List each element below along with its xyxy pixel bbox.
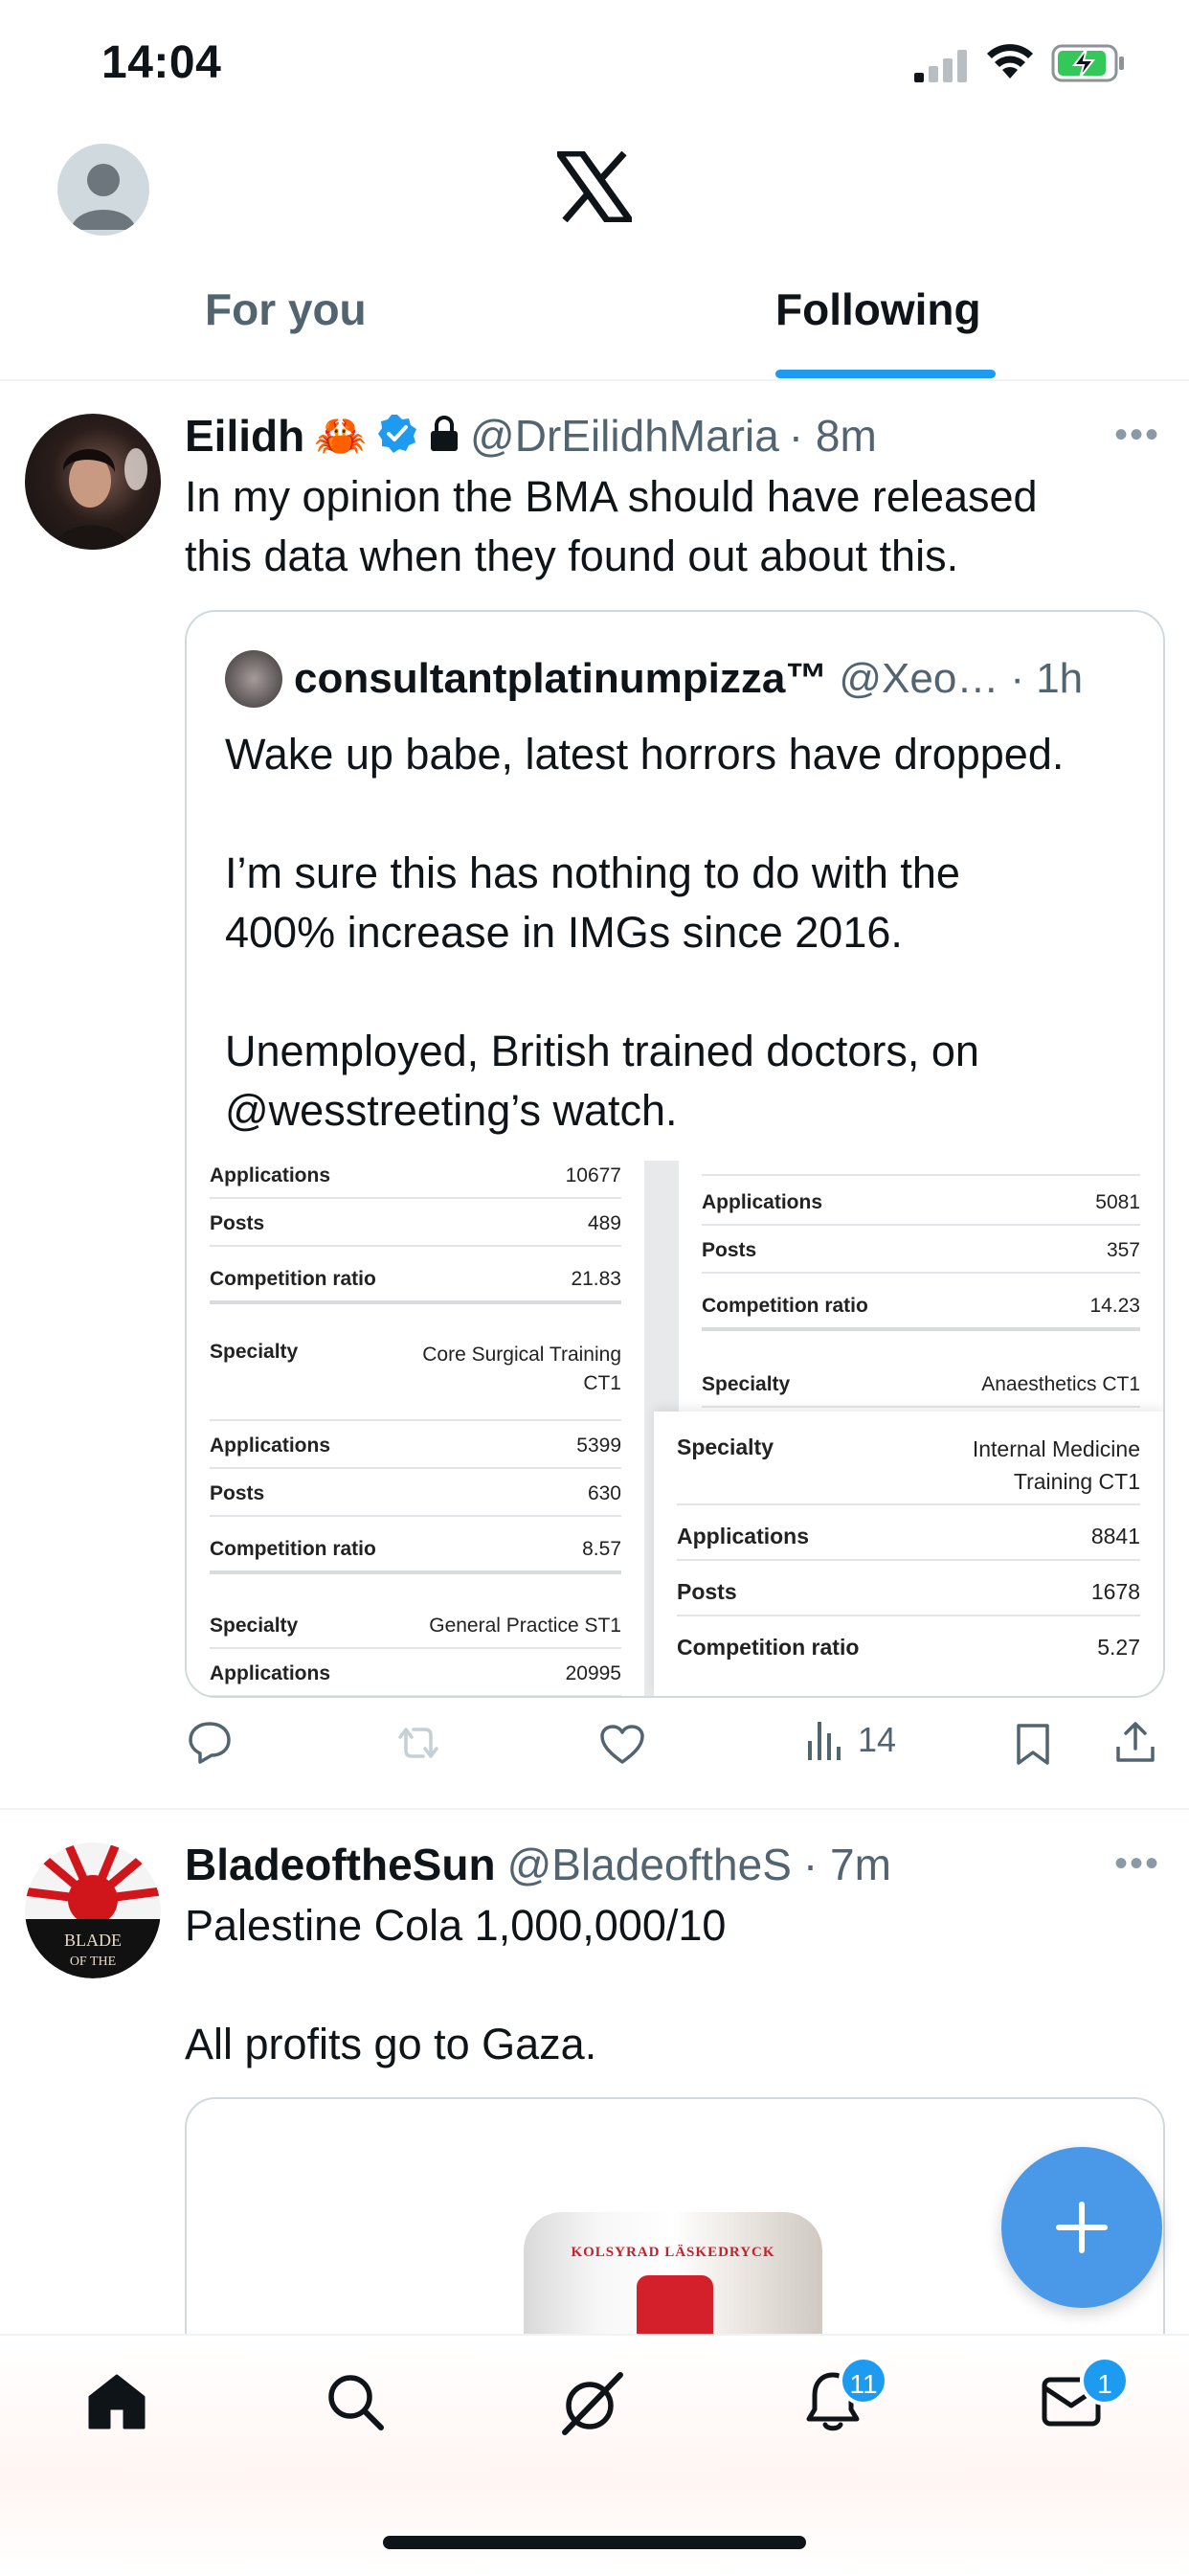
media-image-right-top[interactable]: Applications 5081 Posts 357 Competition ra… [679, 1161, 1163, 1412]
views-button[interactable]: 14 [806, 1720, 896, 1760]
svg-text:BLADE: BLADE [64, 1931, 122, 1950]
media-image-right-bottom[interactable]: Specialty Internal Medicine Training CT1 … [654, 1412, 1163, 1696]
tab-following[interactable]: Following [775, 283, 981, 335]
bookmark-button[interactable] [1015, 1722, 1051, 1766]
wifi-icon [986, 44, 1034, 85]
tweet-author-handle[interactable]: @DrEilidhMaria [470, 410, 779, 462]
svg-text:OF THE: OF THE [70, 1955, 116, 1969]
tweet-author-name[interactable]: Eilidh [185, 410, 304, 462]
analytics-icon [806, 1720, 844, 1760]
nav-grok[interactable] [557, 2369, 626, 2443]
notifications-badge: 11 [839, 2356, 888, 2406]
cellular-signal-icon [914, 50, 970, 87]
nav-search[interactable] [325, 2372, 385, 2436]
grok-icon [562, 2372, 623, 2435]
share-button[interactable] [1114, 1720, 1156, 1764]
nav-home[interactable] [86, 2370, 147, 2436]
battery-charging-icon [1051, 44, 1128, 87]
tweet-header: Eilidh 🦀 @DrEilidhMaria · 8m [185, 406, 877, 465]
media-image-left[interactable]: Applications 10677 Posts 489 Competition r… [187, 1161, 648, 1696]
compose-button[interactable] [1001, 2147, 1162, 2308]
active-tab-indicator [775, 370, 996, 378]
home-indicator [383, 2536, 806, 2549]
tweet-divider [0, 1808, 1189, 1810]
tweet-text: In my opinion the BMA should have releas… [185, 472, 1038, 580]
tweet-timestamp[interactable]: · 8m [789, 410, 877, 462]
x-logo-icon[interactable] [555, 149, 634, 227]
status-time: 14:04 [101, 37, 222, 88]
repost-button[interactable] [394, 1724, 442, 1762]
home-icon [88, 2374, 146, 2429]
more-options-icon[interactable]: ••• [1114, 414, 1160, 457]
quote-header: consultantplatinumpizza™ @Xeo… · 1h [294, 648, 1083, 710]
protected-lock-icon [428, 415, 460, 458]
crab-emoji: 🦀 [314, 413, 368, 460]
tweet-header: BladeoftheSun @BladeoftheS · 7m [185, 1835, 891, 1894]
profile-avatar[interactable] [57, 144, 149, 236]
views-count: 14 [858, 1720, 897, 1759]
reply-button[interactable] [188, 1720, 232, 1764]
tweet-avatar[interactable]: BLADE OF THE [25, 1842, 161, 1978]
tweet-timestamp[interactable]: · 7m [803, 1839, 891, 1890]
quote-avatar [225, 650, 282, 708]
like-button[interactable] [599, 1724, 645, 1764]
messages-badge: 1 [1080, 2356, 1130, 2406]
search-icon [328, 2375, 384, 2430]
quote-media-grid[interactable]: Applications 10677 Posts 489 Competition r… [187, 1161, 1163, 1696]
tab-for-you[interactable]: For you [205, 283, 367, 335]
can-label: KOLSYRAD LÄSKEDRYCK [571, 2245, 775, 2260]
quoted-tweet-card[interactable]: consultantplatinumpizza™ @Xeo… · 1h Wake… [185, 610, 1165, 1698]
tweet-author-name[interactable]: BladeoftheSun [185, 1839, 496, 1890]
quote-timestamp: · 1h [1010, 655, 1084, 702]
header-divider [0, 379, 1189, 381]
more-options-icon[interactable]: ••• [1114, 1842, 1160, 1886]
quote-text: Wake up babe, latest horrors have droppe… [225, 730, 1065, 1135]
tweet-avatar[interactable] [25, 414, 161, 550]
tweet-text: Palestine Cola 1,000,000/10 All profits … [185, 1901, 727, 2068]
quote-author-name: consultantplatinumpizza™ [294, 655, 828, 702]
quote-author-handle: @Xeo… [839, 655, 999, 702]
tweet-author-handle[interactable]: @BladeoftheS [507, 1839, 792, 1890]
verified-badge-icon [376, 413, 418, 460]
